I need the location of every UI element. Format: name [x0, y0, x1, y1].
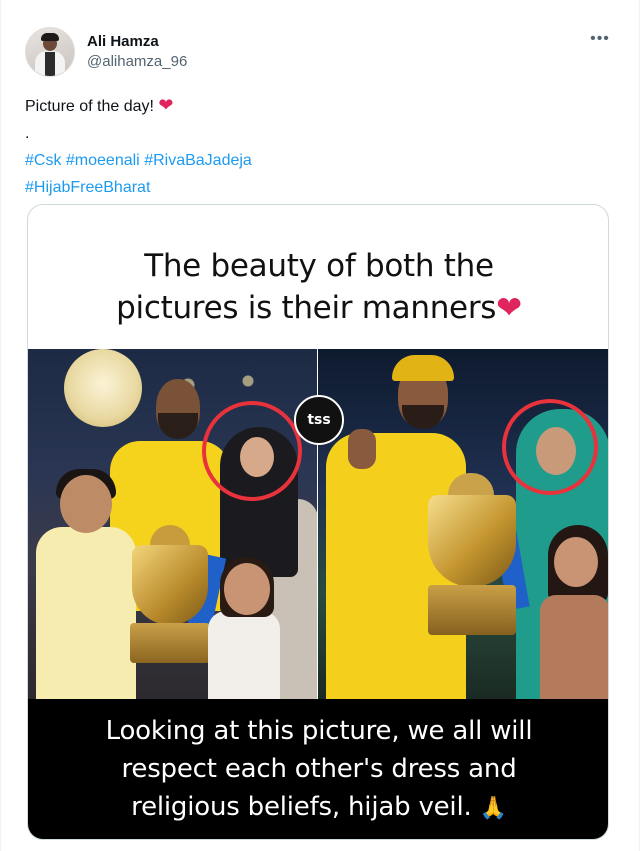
author-names: Ali Hamza @alihamza_96: [87, 32, 187, 72]
tweet-text-main: Picture of the day!: [25, 98, 154, 115]
trophy-base: [130, 623, 210, 663]
folded-hands-icon: 🙏: [479, 796, 507, 821]
photo-right: [318, 349, 608, 699]
girl-head: [554, 537, 598, 587]
avatar-strap: [45, 52, 55, 76]
media-headline-line-2-text: pictures is their manners: [116, 290, 497, 326]
media-headline-line-1: The beauty of both the: [144, 248, 494, 284]
more-options-ellipsis-icon[interactable]: •••: [586, 30, 614, 48]
player-cap: [392, 355, 454, 381]
hashtag-csk[interactable]: #Csk: [25, 152, 61, 169]
media-headline-line-2: pictures is their manners❤: [28, 287, 608, 329]
caption-line-1: Looking at this picture, we all will: [105, 716, 533, 746]
hashtag-hijabfreebharat[interactable]: #HijabFreeBharat: [25, 179, 150, 196]
media-caption: Looking at this picture, we all will res…: [39, 712, 599, 828]
hashtags-line-1: #Csk #moeenali #RivaBaJadeja: [25, 147, 615, 174]
tweet-card: Ali Hamza @alihamza_96 ••• Picture of th…: [0, 0, 640, 851]
caption-line-3: religious beliefs, hijab veil. 🙏: [39, 788, 599, 828]
trophy-bowl: [428, 495, 516, 587]
avatar-hair: [41, 33, 59, 41]
highlight-circle: [502, 399, 598, 495]
author-handle[interactable]: @alihamza_96: [87, 52, 187, 72]
player-beard: [158, 413, 198, 439]
thumbs-up-hand: [348, 429, 376, 469]
tweet-dot-line: .: [25, 125, 30, 142]
girl-head: [224, 563, 270, 615]
caption-line-3-text: religious beliefs, hijab veil.: [131, 792, 472, 822]
photo-left: [28, 349, 317, 699]
hashtag-moeenali[interactable]: #moeenali: [66, 152, 140, 169]
team-logo-disc: [64, 349, 142, 427]
tweet-media-image[interactable]: The beauty of both the pictures is their…: [27, 204, 609, 840]
tweet-header: Ali Hamza @alihamza_96: [25, 26, 187, 78]
watermark-badge: tss: [294, 395, 344, 445]
tweet-text: Picture of the day! ❤ . #Csk #moeenali #…: [25, 92, 615, 201]
girl-dress: [540, 595, 608, 699]
caption-line-2: respect each other's dress and: [121, 754, 517, 784]
boy-shirt: [36, 527, 136, 699]
media-headline: The beauty of both the pictures is their…: [28, 245, 608, 329]
avatar[interactable]: [25, 27, 75, 77]
media-caption-box: Looking at this picture, we all will res…: [28, 699, 608, 839]
trophy-bowl: [132, 545, 208, 625]
heart-icon: ❤: [496, 290, 522, 326]
highlight-circle: [202, 401, 302, 501]
hashtag-rivabajadeja[interactable]: #RivaBaJadeja: [144, 152, 252, 169]
girl-dress: [208, 611, 280, 699]
heart-icon: ❤: [158, 95, 174, 115]
boy-head: [60, 475, 112, 533]
watermark-badge-text: tss: [307, 412, 331, 428]
tweet-text-line-1: Picture of the day! ❤: [25, 92, 615, 120]
author-display-name[interactable]: Ali Hamza: [87, 32, 187, 52]
trophy-base: [428, 585, 516, 635]
hashtags-line-2: #HijabFreeBharat: [25, 174, 615, 201]
player-beard: [402, 405, 444, 429]
